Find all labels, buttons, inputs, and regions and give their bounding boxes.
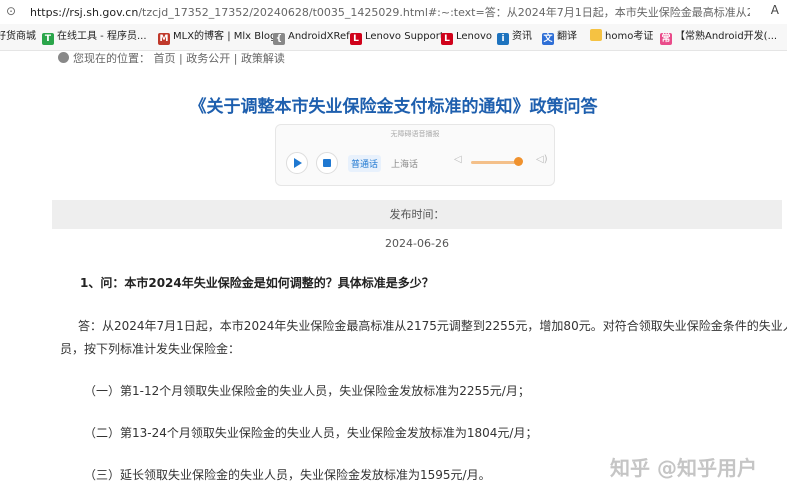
bookmark-label: 资讯 xyxy=(512,31,532,42)
url-text[interactable]: https://rsj.sh.gov.cn/tzcjd_17352_17352/… xyxy=(30,4,750,20)
reader-mode-icon[interactable]: A xyxy=(771,3,779,17)
bookmark-label: 【常熟Android开发(... xyxy=(675,31,778,42)
bookmark-item[interactable]: {AndroidXRef xyxy=(273,29,350,45)
location-icon xyxy=(58,52,69,63)
bookmark-site-icon: 常 xyxy=(660,33,672,45)
bookmark-label: homo考证 xyxy=(605,31,654,42)
bookmark-item[interactable]: 常【常熟Android开发(... xyxy=(660,29,777,45)
tool-icon: T xyxy=(42,33,54,45)
question-heading: 1、问：本市2024年失业保险金是如何调整的？具体标准是多少？ xyxy=(80,276,434,290)
news-icon: i xyxy=(497,33,509,45)
breadcrumb-policy[interactable]: 政策解读 xyxy=(241,52,285,65)
bookmark-label: Lenovo Support xyxy=(365,31,444,42)
bookmark-item[interactable]: T 在线工具 - 程序员... xyxy=(42,29,147,45)
translate-icon: 文 xyxy=(542,33,554,45)
breadcrumb-affairs[interactable]: 政务公开 xyxy=(186,52,230,65)
standard-item-3: （三）延长领取失业保险金的失业人员，失业保险金发放标准为1595元/月。 xyxy=(84,468,491,482)
bookmark-item[interactable]: homo考证 xyxy=(590,29,653,45)
bookmarks-bar: 好货商城 T 在线工具 - 程序员... M MLX的博客 | Mlx Blog {… xyxy=(0,24,787,51)
shanghainese-option[interactable]: 上海话 xyxy=(388,155,421,172)
bookmark-item[interactable]: i 资讯 xyxy=(497,29,532,45)
publish-date: 2024-06-26 xyxy=(385,237,449,250)
player-title: 无障碍语音播报 xyxy=(390,130,440,138)
breadcrumb-separator: | xyxy=(179,52,183,65)
publish-date-text: 发布时间： 2024-06-26 xyxy=(52,200,782,258)
page-title: 《关于调整本市失业保险金支付标准的通知》政策问答 xyxy=(189,97,598,117)
bookmark-item[interactable]: 文翻译 xyxy=(542,29,577,45)
mandarin-option[interactable]: 普通话 xyxy=(348,155,382,172)
bookmark-label: AndroidXRef xyxy=(288,31,350,42)
breadcrumb-separator: | xyxy=(233,52,238,65)
bookmark-item[interactable]: L Lenovo xyxy=(441,29,492,45)
watermark: 知乎 @知乎用户 xyxy=(610,456,757,480)
url-domain: https://rsj.sh.gov.cn xyxy=(30,6,139,19)
breadcrumb-home[interactable]: 首页 xyxy=(154,52,176,65)
xref-icon: { xyxy=(273,33,285,45)
page-info-icon[interactable]: ⊙ xyxy=(6,4,20,18)
answer-line-2: 员，按下列标准计发失业保险金： xyxy=(60,342,241,356)
lenovo-icon: L xyxy=(350,33,362,45)
folder-icon xyxy=(590,29,602,41)
bookmark-item[interactable]: 好货商城 xyxy=(0,29,36,45)
blog-icon: M xyxy=(158,33,170,45)
bookmark-item[interactable]: M MLX的博客 | Mlx Blog xyxy=(158,29,276,45)
publish-label: 发布时间： xyxy=(389,208,445,221)
bookmark-item[interactable]: L Lenovo Support xyxy=(350,29,444,45)
lenovo-icon: L xyxy=(441,33,453,45)
bookmark-label: 在线工具 - 程序员... xyxy=(57,31,147,42)
volume-high-icon[interactable]: ◁) xyxy=(536,154,548,165)
breadcrumb-prefix: 您现在的位置： xyxy=(73,52,150,65)
bookmark-label: Lenovo xyxy=(456,31,493,42)
publish-date-bar: 发布时间： 2024-06-26 xyxy=(52,200,782,250)
play-button[interactable] xyxy=(286,152,308,174)
stop-button[interactable] xyxy=(316,152,338,174)
audio-player: 无障碍语音播报 普通话 上海话 ◁ ◁) xyxy=(275,124,555,186)
breadcrumb: 您现在的位置： 首页 | 政务公开 | 政策解读 xyxy=(58,50,285,66)
standard-item-2: （二）第13-24个月领取失业保险金的失业人员，失业保险金发放标准为1804元/… xyxy=(84,426,538,440)
standard-item-1: （一）第1-12个月领取失业保险金的失业人员，失业保险金发放标准为2255元/月… xyxy=(84,384,530,398)
bookmark-label: MLX的博客 | Mlx Blog xyxy=(173,31,277,42)
volume-knob[interactable] xyxy=(514,157,523,166)
url-path: /tzcjd_17352_17352/20240628/t0035_142502… xyxy=(138,6,750,19)
bookmark-label: 翻译 xyxy=(557,31,577,42)
answer-line-1: 答：从2024年7月1日起，本市2024年失业保险金最高标准从2175元调整到2… xyxy=(78,319,787,333)
volume-low-icon[interactable]: ◁ xyxy=(454,154,462,165)
bookmark-label: 好货商城 xyxy=(0,31,36,42)
address-bar[interactable]: ⊙ https://rsj.sh.gov.cn/tzcjd_17352_1735… xyxy=(0,0,787,24)
